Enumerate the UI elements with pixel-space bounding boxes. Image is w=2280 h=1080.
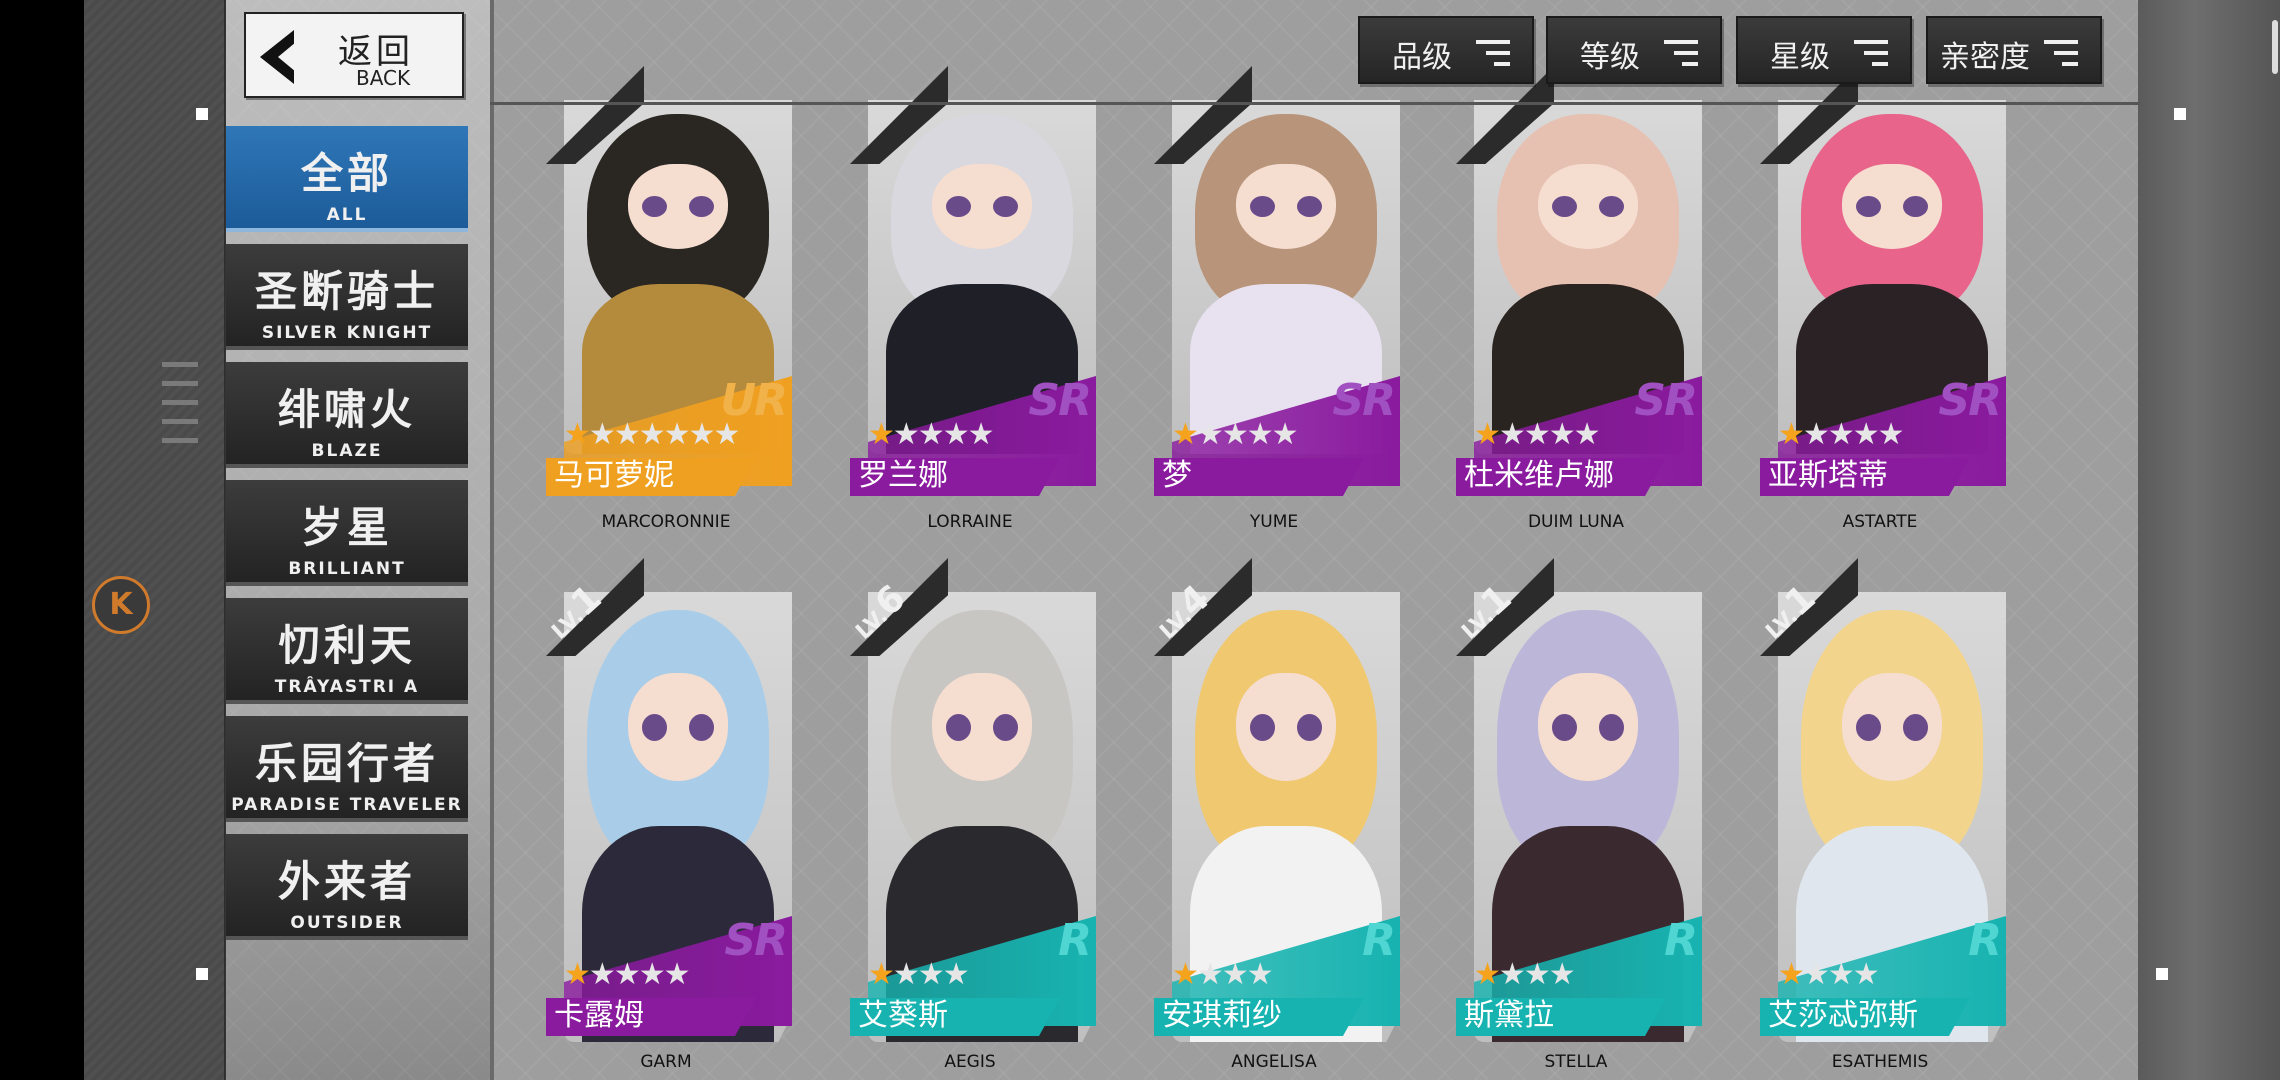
rarity-badge: SR bbox=[1028, 375, 1092, 426]
sort-icon bbox=[1476, 40, 1510, 66]
character-name-en: GARM bbox=[640, 1052, 692, 1072]
character-name-en: ESATHEMIS bbox=[1831, 1052, 1929, 1072]
character-name-en: MARCORONNIE bbox=[601, 512, 731, 532]
rarity-badge: R bbox=[1664, 915, 1698, 966]
sort-level-button[interactable]: 等级 bbox=[1546, 16, 1722, 84]
sort-star-button[interactable]: 星级 bbox=[1736, 16, 1912, 84]
menu-item-label: 圣断骑士 bbox=[254, 267, 439, 316]
character-name-en: STELLA bbox=[1544, 1052, 1608, 1072]
sort-rank-button[interactable]: 品级 bbox=[1358, 16, 1534, 84]
character-name-en: ANGELISA bbox=[1231, 1052, 1317, 1072]
star-rating: ★★★★★★★ bbox=[564, 417, 740, 452]
sort-label: 星级 bbox=[1770, 40, 1830, 75]
character-card[interactable]: SR ★★★★★ 罗兰娜 LORRAINE bbox=[850, 4, 1096, 532]
menu-item-label-en: OUTSIDER bbox=[290, 913, 404, 933]
character-card[interactable]: UR ★★★★★★★ 马可萝妮 MARCORONNIE bbox=[546, 4, 792, 532]
menu-item-label: 乐园行者 bbox=[254, 739, 439, 788]
rarity-badge: R bbox=[1362, 915, 1396, 966]
divider bbox=[490, 0, 493, 1080]
game-screen: K 返回 BACK 全部 ALL 圣断骑士 SILVER KNIGHT 绯啸火 BLAZE… bbox=[0, 0, 2280, 1080]
star-rating: ★★★★★ bbox=[1474, 417, 1601, 452]
rarity-badge: R bbox=[1058, 915, 1092, 966]
character-name-en: YUME bbox=[1249, 512, 1299, 532]
menu-item-label-en: PARADISE TRAVELER bbox=[231, 795, 463, 815]
character-name: 杜米维卢娜 bbox=[1464, 458, 1614, 493]
sort-icon bbox=[1664, 40, 1698, 66]
corner-mark bbox=[2156, 968, 2168, 980]
menu-item-label-en: BRILLIANT bbox=[288, 559, 406, 579]
rarity-badge: SR bbox=[1938, 375, 2002, 426]
star-rating: ★★★★★ bbox=[1172, 417, 1299, 452]
star-rating: ★★★★ bbox=[868, 957, 970, 992]
sort-label: 等级 bbox=[1580, 40, 1640, 75]
rarity-badge: SR bbox=[1332, 375, 1396, 426]
corner-mark bbox=[196, 108, 208, 120]
back-arrow-inner bbox=[278, 42, 296, 72]
menu-item-label-en: ALL bbox=[326, 205, 368, 225]
menu-item-tr-yastri-a[interactable]: 忉利天 TRÂYASTRI A bbox=[226, 598, 468, 704]
menu-item-label-en: TRÂYASTRI A bbox=[274, 677, 420, 697]
menu-item-silver-knight[interactable]: 圣断骑士 SILVER KNIGHT bbox=[226, 244, 468, 350]
menu-item-label: 岁星 bbox=[300, 503, 393, 552]
menu-item-label-en: SILVER KNIGHT bbox=[261, 323, 433, 343]
star-rating: ★★★★ bbox=[1778, 957, 1880, 992]
left-decor-strip bbox=[84, 0, 234, 1080]
character-name-en: ASTARTE bbox=[1842, 512, 1918, 532]
corner-mark bbox=[196, 968, 208, 980]
decor-lines bbox=[162, 362, 198, 457]
character-name: 亚斯塔蒂 bbox=[1768, 458, 1888, 493]
character-name-en: LORRAINE bbox=[927, 512, 1013, 532]
character-name: 罗兰娜 bbox=[858, 458, 948, 493]
character-name: 安琪莉纱 bbox=[1162, 998, 1282, 1033]
menu-item-label: 忉利天 bbox=[277, 621, 416, 670]
menu-item-outsider[interactable]: 外来者 OUTSIDER bbox=[226, 834, 468, 940]
header-line bbox=[490, 102, 2140, 105]
left-border bbox=[0, 0, 84, 1080]
character-name: 马可萝妮 bbox=[554, 458, 674, 493]
sort-label: 亲密度 bbox=[1940, 40, 2030, 75]
corner-mark bbox=[2174, 108, 2186, 120]
character-name: 艾莎忒弥斯 bbox=[1768, 998, 1918, 1033]
sort-affinity-button[interactable]: 亲密度 bbox=[1926, 16, 2102, 84]
star-rating: ★★★★★ bbox=[1778, 417, 1905, 452]
k-logo-icon: K bbox=[92, 576, 150, 634]
star-rating: ★★★★ bbox=[1474, 957, 1576, 992]
character-card[interactable]: R ★★★★ 艾莎忒弥斯 ESATHEMIS LV.1 bbox=[1760, 558, 2006, 1072]
character-card[interactable]: SR ★★★★★ 卡露姆 GARM LV.1 bbox=[546, 558, 792, 1072]
star-rating: ★★★★★ bbox=[564, 957, 691, 992]
sort-icon bbox=[1854, 40, 1888, 66]
star-rating: ★★★★ bbox=[1172, 957, 1274, 992]
character-name-en: AEGIS bbox=[944, 1052, 996, 1072]
character-name: 斯黛拉 bbox=[1464, 998, 1554, 1033]
character-name-en: DUIM LUNA bbox=[1527, 512, 1625, 532]
character-card[interactable]: R ★★★★ 艾葵斯 AEGIS LV.6 bbox=[850, 558, 1096, 1072]
character-name: 卡露姆 bbox=[554, 998, 644, 1033]
rarity-badge: SR bbox=[1634, 375, 1698, 426]
rarity-badge: R bbox=[1968, 915, 2002, 966]
menu-item-label: 外来者 bbox=[277, 857, 416, 906]
back-button[interactable]: 返回 BACK bbox=[244, 12, 464, 98]
menu-item-paradise-traveler[interactable]: 乐园行者 PARADISE TRAVELER bbox=[226, 716, 468, 822]
right-decor-strip bbox=[2138, 0, 2280, 1080]
sort-label: 品级 bbox=[1392, 40, 1452, 75]
character-card[interactable]: R ★★★★ 安琪莉纱 ANGELISA LV.4 bbox=[1154, 558, 1400, 1072]
menu-item-brilliant[interactable]: 岁星 BRILLIANT bbox=[226, 480, 468, 586]
character-card[interactable]: R ★★★★ 斯黛拉 STELLA LV.1 bbox=[1456, 558, 1702, 1072]
star-rating: ★★★★★ bbox=[868, 417, 995, 452]
menu-item-label: 全部 bbox=[300, 149, 393, 198]
menu-item-all[interactable]: 全部 ALL bbox=[226, 126, 468, 232]
sort-icon bbox=[2044, 40, 2078, 66]
rarity-badge: SR bbox=[724, 915, 788, 966]
character-name: 梦 bbox=[1162, 458, 1192, 493]
menu-item-blaze[interactable]: 绯啸火 BLAZE bbox=[226, 362, 468, 468]
back-label-en: BACK bbox=[356, 66, 411, 90]
menu-item-label: 绯啸火 bbox=[277, 385, 416, 434]
menu-item-label-en: BLAZE bbox=[311, 441, 383, 461]
character-name: 艾葵斯 bbox=[858, 998, 948, 1033]
